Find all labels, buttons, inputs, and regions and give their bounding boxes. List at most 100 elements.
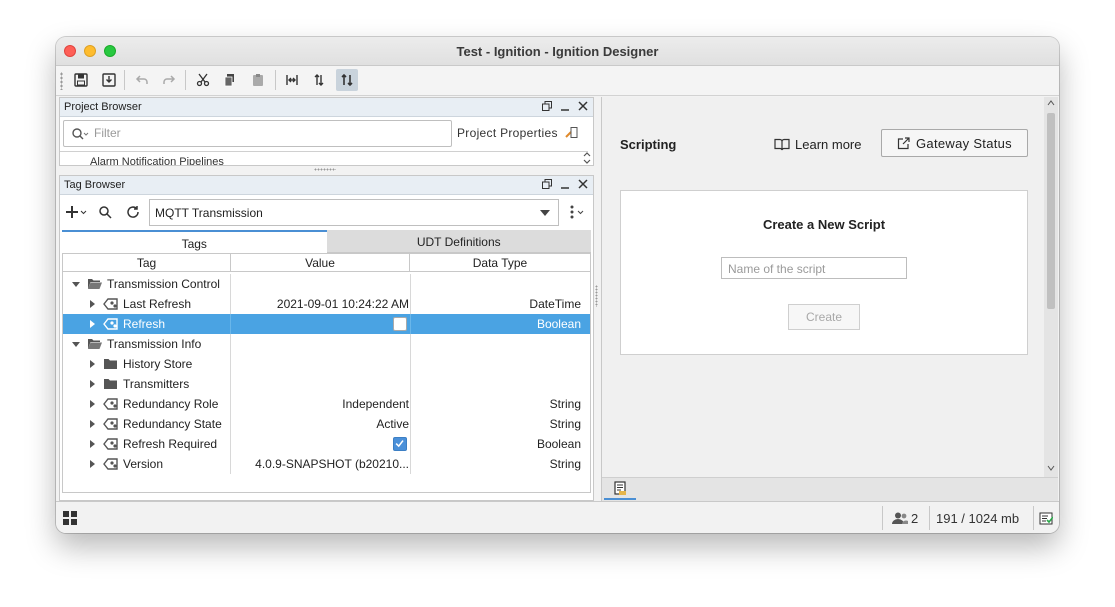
project-filter-input[interactable]: Filter xyxy=(63,120,452,147)
tag-name: Transmitters xyxy=(123,377,190,391)
redo-button[interactable] xyxy=(158,69,180,91)
table-row[interactable]: Last Refresh 2021-09-01 10:24:22 AM DateTi… xyxy=(63,294,590,314)
project-tree-partial[interactable]: Alarm Notification Pipelines xyxy=(60,151,588,165)
tag-browser-panel: Tag Browser MQTT Transmission Tags UDT D… xyxy=(59,175,594,501)
save-button[interactable] xyxy=(70,69,92,91)
minimize-panel-icon[interactable] xyxy=(559,178,571,190)
search-tags-icon[interactable] xyxy=(98,205,112,219)
toolbar-separator xyxy=(275,70,276,90)
scroll-up-icon[interactable] xyxy=(1047,100,1055,106)
close-panel-icon[interactable] xyxy=(577,178,589,190)
chevron-right-icon[interactable] xyxy=(87,419,97,429)
connected-users-count: 2 xyxy=(911,511,919,526)
script-name-input[interactable]: Name of the script xyxy=(721,257,907,279)
folder-icon xyxy=(104,379,117,389)
restore-panel-icon[interactable] xyxy=(541,100,553,112)
save-all-button[interactable] xyxy=(98,69,120,91)
scrollbar-thumb[interactable] xyxy=(1047,113,1055,309)
users-icon xyxy=(892,512,908,524)
chevron-right-icon[interactable] xyxy=(87,319,97,329)
column-divider xyxy=(230,314,231,334)
toggle-horizontal-split-button[interactable] xyxy=(308,69,330,91)
vertical-splitter-handle[interactable] xyxy=(595,285,598,307)
create-script-title: Create a New Script xyxy=(762,217,886,232)
save-all-icon xyxy=(102,73,116,87)
column-divider xyxy=(230,334,231,354)
toggle-vertical-split-button[interactable] xyxy=(281,69,303,91)
tag-name: History Store xyxy=(123,357,193,371)
tag-name: Last Refresh xyxy=(123,297,192,311)
scissors-icon xyxy=(196,73,210,87)
chevron-right-icon[interactable] xyxy=(87,439,97,449)
table-row[interactable]: Version 4.0.9-SNAPSHOT (b20210... String xyxy=(63,454,590,474)
column-value[interactable]: Value xyxy=(231,254,410,271)
table-row[interactable]: Refresh Required Boolean xyxy=(63,434,590,454)
project-browser-header: Project Browser xyxy=(60,98,593,117)
chevron-right-icon[interactable] xyxy=(87,379,97,389)
chevron-down-icon[interactable] xyxy=(71,279,81,289)
add-tag-icon[interactable] xyxy=(66,205,88,219)
scripting-header: Scripting xyxy=(620,137,677,152)
clipboard-icon xyxy=(253,74,263,86)
scripting-workspace: Scripting Learn more Gateway Status Crea… xyxy=(601,97,1058,501)
table-row[interactable]: Redundancy State Active String xyxy=(63,414,590,434)
learn-more-link[interactable]: Learn more xyxy=(774,137,861,152)
refresh-icon[interactable] xyxy=(126,205,140,219)
tag-table-header: Tag Value Data Type xyxy=(63,254,590,272)
gateway-status-button[interactable]: Gateway Status xyxy=(881,129,1028,157)
undo-button[interactable] xyxy=(131,69,153,91)
column-data-type[interactable]: Data Type xyxy=(410,254,590,271)
workspace-scrollbar[interactable] xyxy=(1044,97,1058,477)
chevron-right-icon[interactable] xyxy=(87,359,97,369)
chevron-right-icon[interactable] xyxy=(87,459,97,469)
column-divider xyxy=(410,294,411,314)
script-document-icon xyxy=(614,480,626,495)
script-editor-tab[interactable] xyxy=(604,478,636,500)
table-row[interactable]: Transmission Control xyxy=(63,274,590,294)
tag-provider-select[interactable]: MQTT Transmission xyxy=(149,199,559,226)
tag-data-type: String xyxy=(549,457,581,471)
toggle-docked-layout-button[interactable] xyxy=(336,69,358,91)
table-row[interactable]: Transmitters xyxy=(63,374,590,394)
copy-icon xyxy=(224,74,234,87)
grid-apps-icon[interactable] xyxy=(63,511,77,525)
restore-panel-icon[interactable] xyxy=(541,178,553,190)
chevron-right-icon[interactable] xyxy=(87,299,97,309)
table-row[interactable]: History Store xyxy=(63,354,590,374)
workspace-tab-strip xyxy=(602,477,1058,501)
column-tag[interactable]: Tag xyxy=(63,254,231,271)
table-row[interactable]: Transmission Info xyxy=(63,334,590,354)
cut-button[interactable] xyxy=(192,69,214,91)
tag-icon xyxy=(103,458,118,470)
scroll-updown-icon[interactable] xyxy=(582,151,592,165)
chevron-right-icon[interactable] xyxy=(87,399,97,409)
table-row[interactable]: Refresh Boolean xyxy=(63,314,590,334)
toolbar-grip[interactable] xyxy=(60,72,63,90)
value-checkbox[interactable] xyxy=(393,437,407,451)
gateway-connected-icon[interactable] xyxy=(1039,511,1053,525)
tree-item-partial: Alarm Notification Pipelines xyxy=(90,156,224,165)
tag-data-type: DateTime xyxy=(529,297,581,311)
close-panel-icon[interactable] xyxy=(577,100,589,112)
tab-udt-definitions[interactable]: UDT Definitions xyxy=(326,230,591,253)
more-options-icon[interactable] xyxy=(568,204,588,220)
tag-browser-header: Tag Browser xyxy=(60,176,593,195)
project-properties-link[interactable]: Project Properties xyxy=(457,126,578,140)
copy-button[interactable] xyxy=(219,69,241,91)
folder-open-icon xyxy=(88,339,102,349)
tag-value: 2021-09-01 10:24:22 AM xyxy=(276,297,409,311)
table-row[interactable]: Redundancy Role Independent String xyxy=(63,394,590,414)
tab-tags[interactable]: Tags xyxy=(62,230,327,253)
column-divider xyxy=(230,414,231,434)
chevron-down-icon[interactable] xyxy=(71,339,81,349)
tag-tabs: Tags UDT Definitions xyxy=(62,230,591,253)
create-script-button[interactable]: Create xyxy=(788,304,860,330)
tag-icon xyxy=(103,398,118,410)
filter-placeholder: Filter xyxy=(94,126,121,140)
scroll-down-icon[interactable] xyxy=(1047,465,1055,471)
value-checkbox[interactable] xyxy=(393,317,407,331)
column-divider xyxy=(410,454,411,474)
paste-button[interactable] xyxy=(247,69,269,91)
panel-splitter-handle[interactable] xyxy=(314,168,336,171)
minimize-panel-icon[interactable] xyxy=(559,100,571,112)
